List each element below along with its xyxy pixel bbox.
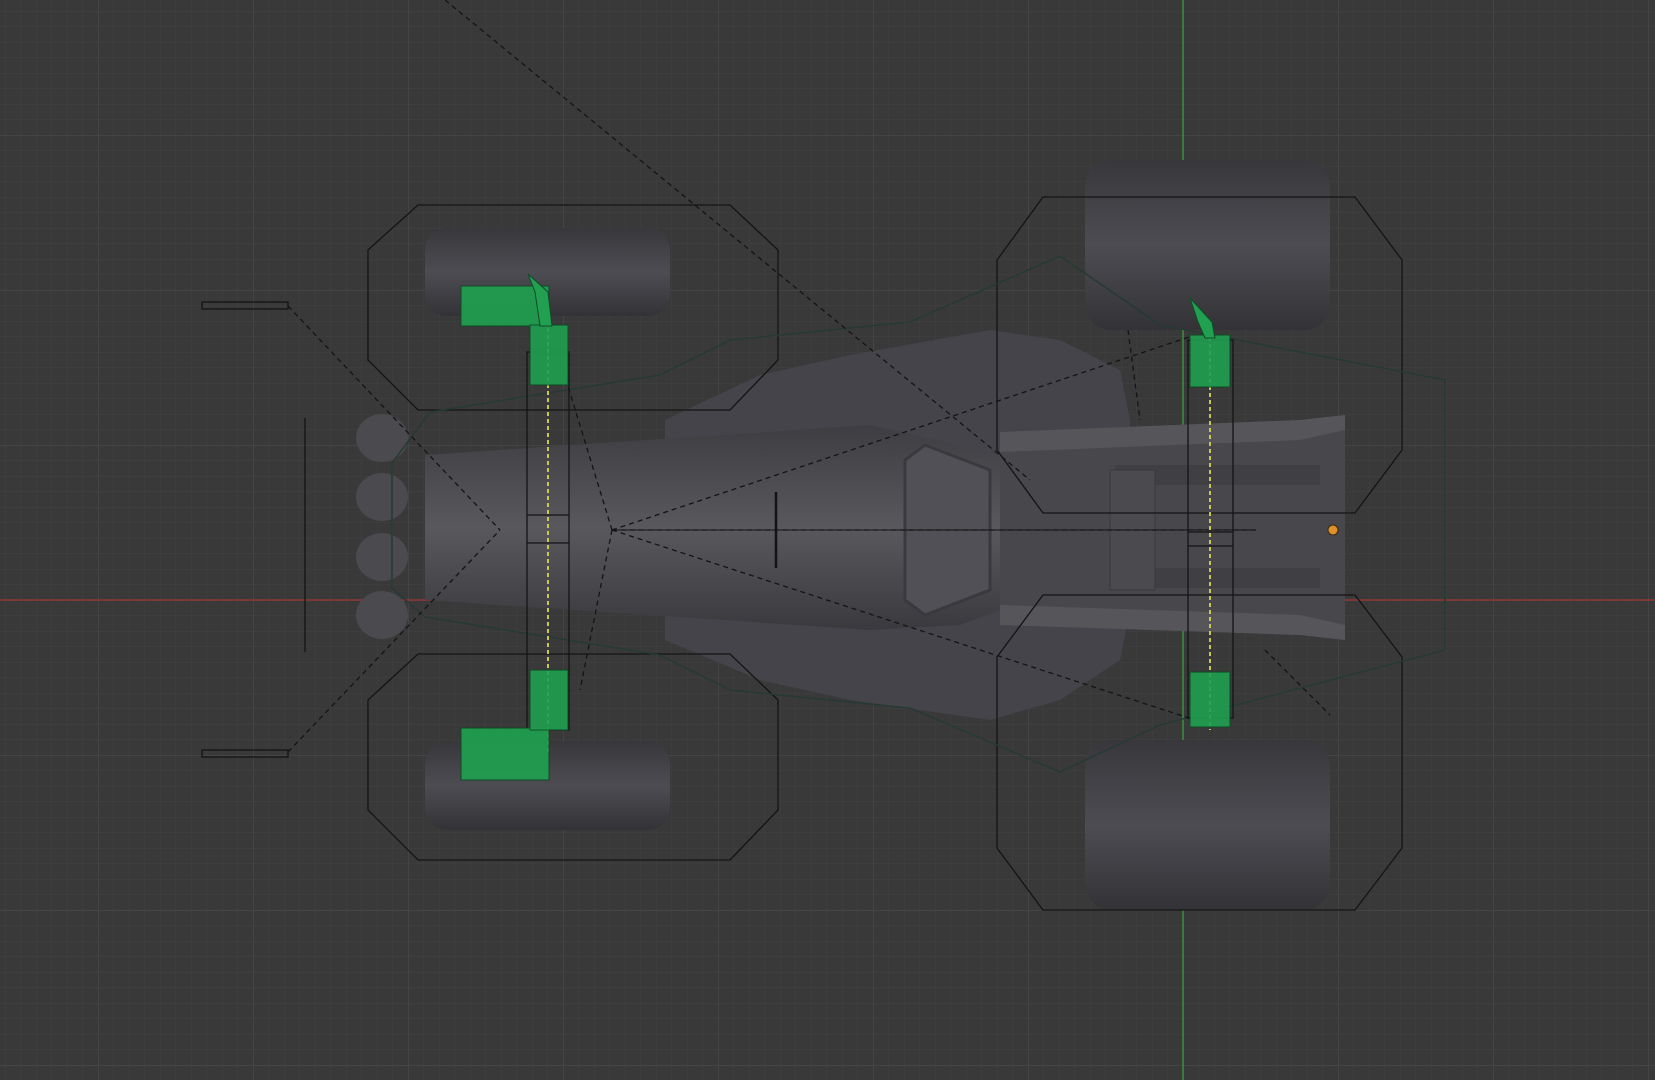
viewport-canvas[interactable]	[0, 0, 1655, 1080]
front-right-hub[interactable]	[460, 727, 550, 781]
front-right-knuckle[interactable]	[529, 669, 569, 731]
rear-left-knuckle[interactable]	[1189, 334, 1231, 388]
rear-right-tire[interactable]	[1085, 740, 1330, 910]
3d-viewport[interactable]	[0, 0, 1655, 1080]
object-origin-dot[interactable]	[1327, 524, 1339, 536]
rear-left-tire[interactable]	[1085, 160, 1330, 330]
front-left-knuckle[interactable]	[529, 324, 569, 386]
rear-right-knuckle[interactable]	[1189, 671, 1231, 728]
